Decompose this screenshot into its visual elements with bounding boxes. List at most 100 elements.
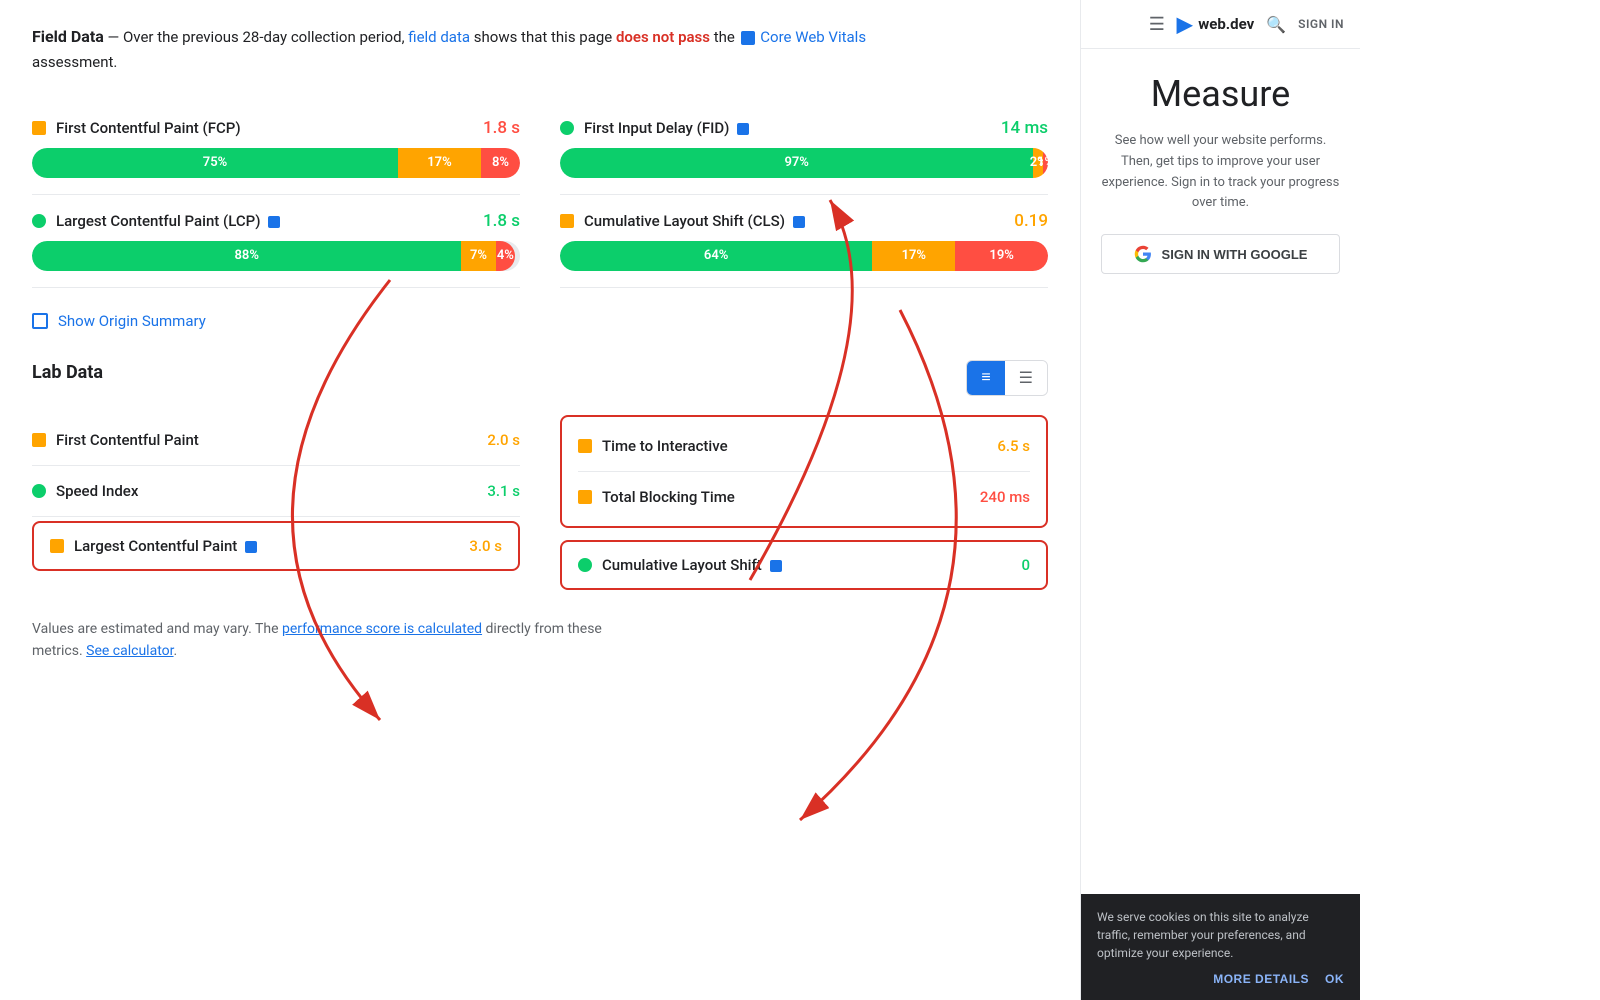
fcp-value: 1.8 s [483, 118, 520, 138]
hamburger-menu-icon[interactable]: ☰ [1149, 14, 1165, 35]
metric-fid: First Input Delay (FID) 14 ms 97% 2% 1% [560, 102, 1048, 195]
metric-cls: Cumulative Layout Shift (CLS) 0.19 64% 1… [560, 195, 1048, 288]
lab-tti-icon [578, 439, 592, 453]
header-description-3: the [714, 28, 739, 46]
fcp-bar-poor: 8% [481, 148, 520, 178]
cookie-actions: MORE DETAILS OK [1097, 972, 1344, 986]
lab-cls-icon [578, 558, 592, 572]
lab-tbt-icon [578, 490, 592, 504]
fid-progress-bar: 97% 2% 1% [560, 148, 1048, 178]
cls-bar-needs-improvement: 17% [872, 241, 955, 271]
lab-speed-name: Speed Index [56, 482, 487, 500]
fid-value: 14 ms [1001, 118, 1048, 138]
lcp-progress-bar: 88% 7% 4% [32, 241, 520, 271]
cls-flag-icon [793, 216, 805, 228]
lab-data-section: Lab Data ≡ ☰ First Contentful Paint 2.0 … [32, 362, 1048, 594]
toggle-grid-btn[interactable]: ≡ [967, 361, 1004, 395]
lab-metric-tti: Time to Interactive 6.5 s [578, 421, 1030, 472]
cls-icon [560, 214, 574, 228]
webdev-arrow-icon: ▶ [1177, 12, 1192, 36]
fcp-bar-needs-improvement: 17% [398, 148, 481, 178]
lab-cls-flag-icon [770, 560, 782, 572]
cookie-banner: We serve cookies on this site to analyze… [1081, 894, 1360, 1000]
fid-icon [560, 121, 574, 135]
fcp-icon [32, 121, 46, 135]
origin-summary-row[interactable]: Show Origin Summary [32, 312, 1048, 330]
google-signin-label: SIGN IN WITH GOOGLE [1162, 247, 1308, 262]
fcp-progress-bar: 75% 17% 8% [32, 148, 520, 178]
lab-metric-cls: Cumulative Layout Shift 0 [560, 540, 1048, 590]
field-data-header: Field Data — Over the previous 28-day co… [32, 24, 932, 74]
lcp-value: 1.8 s [483, 211, 520, 231]
footer-text-2: directly from these [482, 621, 602, 637]
footer-note: Values are estimated and may vary. The p… [32, 618, 1048, 663]
lab-tbt-value: 240 ms [980, 488, 1030, 506]
origin-summary-checkbox[interactable] [32, 313, 48, 329]
lab-tti-name: Time to Interactive [602, 437, 997, 455]
does-not-pass: does not pass [616, 28, 710, 46]
fid-bar-good: 97% [560, 148, 1033, 178]
webdev-logo-text: web.dev [1198, 15, 1254, 33]
lab-metric-tbt: Total Blocking Time 240 ms [578, 472, 1030, 522]
core-web-vitals-link[interactable]: Core Web Vitals [760, 28, 866, 46]
lcp-bar-good: 88% [32, 241, 461, 271]
header-description-2: shows that this page [474, 28, 616, 46]
cls-bar-poor: 19% [955, 241, 1048, 271]
lcp-flag-icon [268, 216, 280, 228]
field-data-link[interactable]: field data [408, 28, 470, 46]
lab-fcp-value: 2.0 s [487, 431, 520, 449]
more-details-button[interactable]: MORE DETAILS [1213, 972, 1309, 986]
lcp-bar-poor: 4% [496, 241, 516, 271]
toggle-list-btn[interactable]: ☰ [1005, 361, 1047, 395]
metric-fcp: First Contentful Paint (FCP) 1.8 s 75% 1… [32, 102, 520, 195]
lab-data-toggle[interactable]: ≡ ☰ [966, 360, 1048, 396]
metric-lcp: Largest Contentful Paint (LCP) 1.8 s 88%… [32, 195, 520, 288]
lab-metric-speed-index: Speed Index 3.1 s [32, 466, 520, 517]
google-icon [1134, 245, 1152, 263]
footer-text-3: metrics. [32, 643, 86, 659]
lab-lcp-flag-icon [245, 541, 257, 553]
cls-progress-bar: 64% 17% 19% [560, 241, 1048, 271]
lab-tti-value: 6.5 s [997, 437, 1030, 455]
cls-value: 0.19 [1014, 211, 1048, 231]
cookie-text: We serve cookies on this site to analyze… [1097, 908, 1344, 962]
measure-description: See how well your website performs. Then… [1101, 131, 1340, 214]
lab-fcp-icon [32, 433, 46, 447]
cls-name: Cumulative Layout Shift (CLS) [584, 212, 1014, 230]
lab-metric-lcp: Largest Contentful Paint 3.0 s [32, 521, 520, 571]
lab-lcp-value: 3.0 s [469, 537, 502, 555]
lab-data-title: Lab Data [32, 362, 103, 383]
header-description-1: — Over the previous 28-day collection pe… [108, 28, 409, 46]
lab-lcp-icon [50, 539, 64, 553]
google-signin-button[interactable]: SIGN IN WITH GOOGLE [1101, 234, 1340, 274]
measure-card: Measure See how well your website perfor… [1081, 49, 1360, 894]
lab-tbt-name: Total Blocking Time [602, 488, 980, 506]
lab-lcp-name: Largest Contentful Paint [74, 537, 469, 555]
lab-metric-fcp: First Contentful Paint 2.0 s [32, 415, 520, 466]
search-icon[interactable]: 🔍 [1266, 15, 1286, 34]
footer-text-1: Values are estimated and may vary. The [32, 621, 282, 637]
lab-fcp-name: First Contentful Paint [56, 431, 487, 449]
fcp-bar-good: 75% [32, 148, 398, 178]
lcp-icon [32, 214, 46, 228]
webdev-logo: ▶ web.dev [1177, 12, 1254, 36]
footer-text-4: . [174, 643, 178, 659]
header-description-4: assessment. [32, 53, 117, 71]
perf-score-link[interactable]: performance score is calculated [282, 621, 482, 637]
lcp-name: Largest Contentful Paint (LCP) [56, 212, 483, 230]
lab-right-col: Time to Interactive 6.5 s Total Blocking… [560, 415, 1048, 594]
lab-left-col: First Contentful Paint 2.0 s Speed Index… [32, 415, 520, 594]
sign-in-text[interactable]: SIGN IN [1298, 17, 1344, 31]
lab-metrics-grid: First Contentful Paint 2.0 s Speed Index… [32, 415, 1048, 594]
ok-button[interactable]: OK [1325, 972, 1344, 986]
lab-speed-icon [32, 484, 46, 498]
sidebar: ☰ ▶ web.dev 🔍 SIGN IN Measure See how we… [1080, 0, 1360, 1000]
sidebar-topbar: ☰ ▶ web.dev 🔍 SIGN IN [1081, 0, 1360, 49]
lcp-bar-needs-improvement: 7% [461, 241, 495, 271]
cls-bar-good: 64% [560, 241, 872, 271]
lab-cls-name: Cumulative Layout Shift [602, 556, 1021, 574]
calculator-link[interactable]: See calculator [86, 643, 173, 659]
measure-title: Measure [1101, 73, 1340, 115]
field-metrics-grid: First Contentful Paint (FCP) 1.8 s 75% 1… [32, 102, 1048, 288]
fid-name: First Input Delay (FID) [584, 119, 1001, 137]
